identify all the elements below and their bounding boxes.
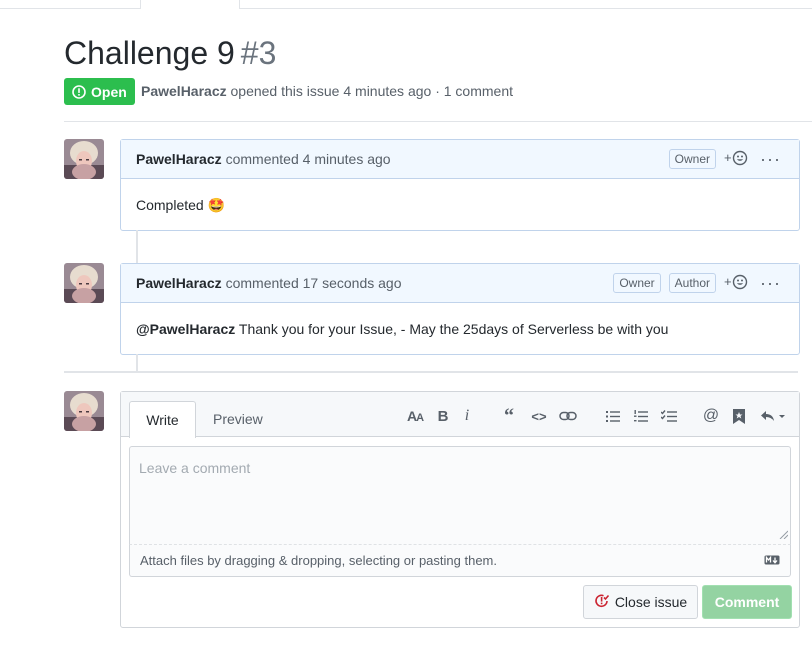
issue-meta: PawelHaracz opened this issue 4 minutes …	[141, 83, 513, 99]
svg-text:+: +	[724, 274, 732, 289]
author-label: Author	[668, 273, 717, 293]
comment-1: PawelHaracz commented 4 minutes ago Owne…	[120, 139, 800, 231]
resize-handle-icon[interactable]	[779, 526, 789, 542]
new-comment-form: Write Preview AA B i “ <> @ Leave a comm…	[120, 391, 800, 628]
issue-author-link[interactable]: PawelHaracz	[141, 83, 227, 99]
issue-closed-icon	[594, 593, 610, 612]
comment-text: Completed	[136, 197, 204, 213]
issue-number: #3	[240, 35, 277, 71]
reply-dropdown-icon[interactable]	[759, 406, 789, 426]
file-drop-zone[interactable]: Attach files by dragging & dropping, sel…	[129, 544, 791, 577]
text-size-icon[interactable]: AA	[405, 406, 425, 426]
attach-files-hint: Attach files by dragging & dropping, sel…	[140, 553, 497, 568]
top-tab-border	[0, 8, 812, 9]
comment-timestamp[interactable]: commented 4 minutes ago	[226, 151, 391, 167]
issue-opened-icon	[72, 84, 86, 99]
smiley-add-icon: +	[724, 150, 748, 169]
comment-2-header: PawelHaracz commented 17 seconds ago Own…	[121, 264, 799, 303]
issue-title-text: Challenge 9	[64, 35, 235, 71]
comment-textarea[interactable]: Leave a comment	[129, 446, 791, 544]
ordered-list-icon[interactable]	[631, 406, 651, 426]
mention-icon[interactable]: @	[701, 406, 721, 426]
close-issue-label: Close issue	[614, 594, 688, 610]
avatar[interactable]	[64, 139, 104, 179]
markdown-icon[interactable]	[764, 553, 780, 568]
add-reaction-button[interactable]: +	[724, 274, 748, 293]
issue-state-badge: Open	[64, 78, 135, 105]
timeline-connector	[136, 354, 138, 371]
comment-author[interactable]: PawelHaracz	[136, 275, 222, 291]
star-struck-emoji: 🤩	[207, 197, 226, 213]
composer-header: Write Preview AA B i “ <> @	[121, 392, 799, 438]
comment-placeholder: Leave a comment	[139, 460, 251, 476]
timeline-connector	[136, 230, 138, 263]
tab-preview[interactable]: Preview	[201, 401, 275, 437]
kebab-horizontal-icon[interactable]: ···	[760, 150, 781, 168]
comment-2-body: @PawelHaracz Thank you for your Issue, -…	[136, 321, 668, 337]
owner-label: Owner	[668, 149, 717, 169]
comment-2: PawelHaracz commented 17 seconds ago Own…	[120, 263, 800, 355]
user-mention[interactable]: @PawelHaracz	[136, 321, 235, 337]
comment-1-body: Completed 🤩	[136, 197, 225, 214]
tab-write[interactable]: Write	[129, 401, 196, 438]
add-reaction-button[interactable]: +	[724, 150, 748, 169]
unordered-list-icon[interactable]	[603, 406, 623, 426]
close-issue-button[interactable]: Close issue	[583, 585, 698, 619]
svg-text:+: +	[724, 150, 732, 165]
italic-icon[interactable]: i	[457, 406, 477, 426]
comment-submit-button[interactable]: Comment	[702, 585, 792, 619]
issue-state-label: Open	[91, 83, 127, 100]
kebab-horizontal-icon[interactable]: ···	[760, 274, 781, 292]
avatar[interactable]	[64, 391, 104, 431]
quote-icon[interactable]: “	[499, 405, 519, 427]
comment-timestamp[interactable]: commented 17 seconds ago	[226, 275, 402, 291]
owner-label: Owner	[613, 273, 661, 293]
comment-1-header: PawelHaracz commented 4 minutes ago Owne…	[121, 140, 799, 179]
avatar[interactable]	[64, 263, 104, 303]
issue-opened-text: opened this issue 4 minutes ago · 1 comm…	[230, 83, 514, 99]
task-list-icon[interactable]	[659, 406, 679, 426]
bold-icon[interactable]: B	[433, 406, 453, 426]
smiley-add-icon: +	[724, 274, 748, 293]
timeline-end-divider	[64, 371, 798, 373]
comment-text: Thank you for your Issue, - May the 25da…	[238, 321, 669, 337]
selected-top-tab[interactable]	[140, 0, 240, 9]
code-icon[interactable]: <>	[529, 406, 549, 426]
issue-title: Challenge 9 #3	[64, 34, 276, 72]
saved-reply-icon[interactable]	[729, 406, 749, 426]
link-icon[interactable]	[558, 406, 578, 426]
comment-author[interactable]: PawelHaracz	[136, 151, 222, 167]
header-divider	[64, 121, 812, 122]
